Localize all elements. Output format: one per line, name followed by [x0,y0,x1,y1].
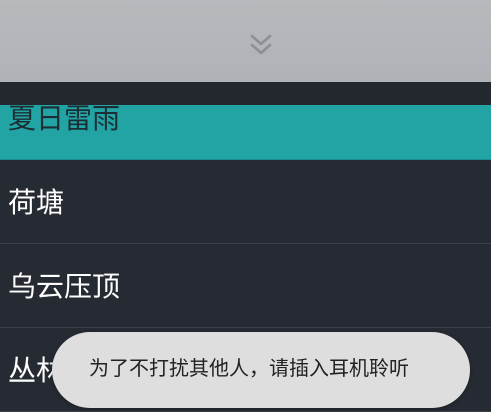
list-item-label: 荷塘 [8,186,65,219]
list-item-label: 夏日雷雨 [8,102,121,135]
list-item[interactable]: 荷塘 [0,160,491,244]
top-bar [0,0,491,82]
double-chevron-down-icon [250,34,272,55]
toast-notification: 为了不打扰其他人，请插入耳机聆听 [52,332,470,408]
list-item[interactable]: 乌云压顶 [0,244,491,328]
list-item-label: 乌云压顶 [8,270,121,303]
toast-message: 为了不打扰其他人，请插入耳机聆听 [89,356,409,380]
collapse-button[interactable] [246,30,276,60]
header-divider [0,82,491,105]
